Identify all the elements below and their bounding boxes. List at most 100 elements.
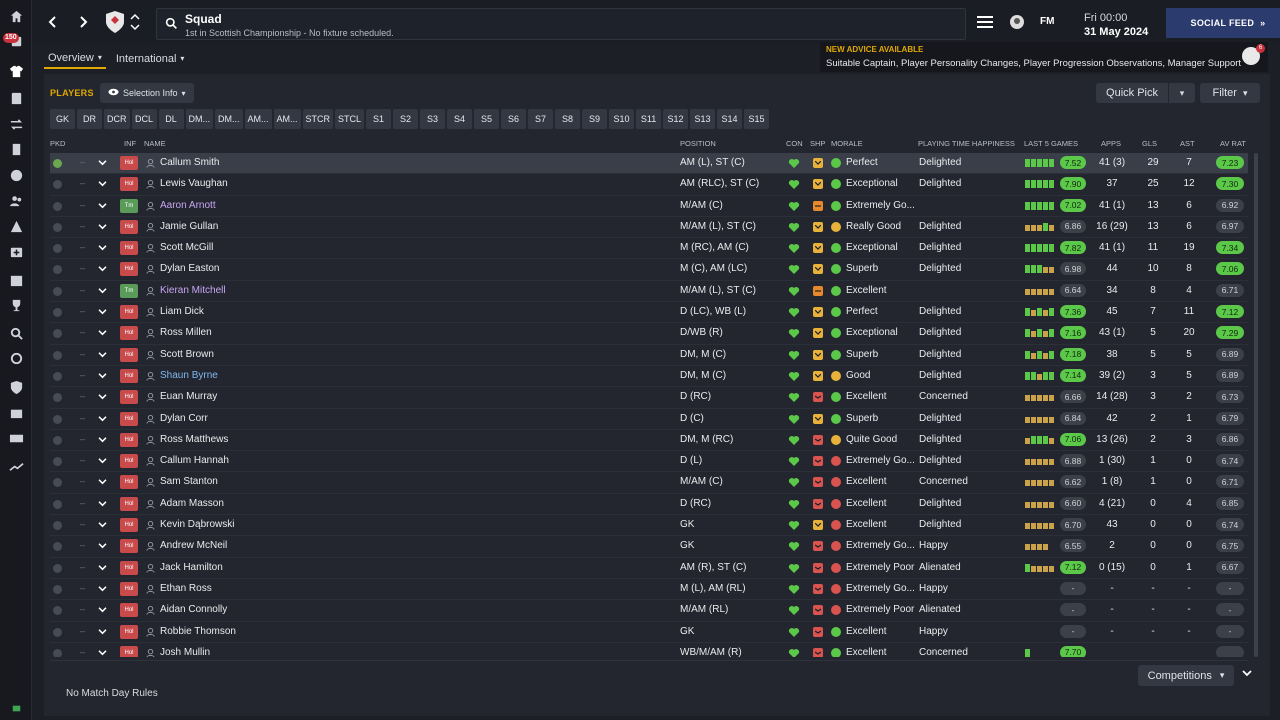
table-row[interactable]: – Hol Callum Smith AM (L), ST (C) Perfect Del… bbox=[50, 153, 1248, 175]
pick-checkbox[interactable] bbox=[53, 414, 62, 424]
table-row[interactable]: – Hol Ross Matthews DM, M (RC) Quite Good Del… bbox=[50, 430, 1248, 452]
staff-icon[interactable] bbox=[0, 189, 32, 211]
player-name[interactable]: Josh Mullin bbox=[160, 647, 210, 657]
chevron-down-icon[interactable] bbox=[98, 201, 107, 212]
position-chip[interactable]: S5 bbox=[474, 109, 500, 129]
table-row[interactable]: – Hol Liam Dick D (LC), WB (L) Perfect Deligh… bbox=[50, 302, 1248, 324]
pick-checkbox[interactable] bbox=[53, 563, 62, 573]
player-name[interactable]: Euan Murray bbox=[160, 391, 217, 402]
pick-checkbox[interactable] bbox=[53, 499, 62, 509]
position-chip[interactable]: S9 bbox=[582, 109, 608, 129]
pick-checkbox[interactable] bbox=[53, 584, 62, 594]
chevron-down-icon[interactable] bbox=[98, 456, 107, 467]
pick-checkbox[interactable] bbox=[53, 435, 62, 445]
position-chip[interactable]: S15 bbox=[744, 109, 770, 129]
col-pkd[interactable]: PKD bbox=[50, 139, 65, 148]
pick-checkbox[interactable] bbox=[53, 350, 62, 360]
chevron-down-icon[interactable] bbox=[98, 627, 107, 638]
table-row[interactable]: – Hol Ethan Ross M (L), AM (RL) Extremely Go… bbox=[50, 579, 1248, 601]
quick-pick-dropdown[interactable]: ▾ bbox=[1169, 83, 1195, 103]
position-chip[interactable]: DR bbox=[77, 109, 102, 129]
table-row[interactable]: – Hol Scott Brown DM, M (C) Superb Delighted 7… bbox=[50, 345, 1248, 366]
chevron-down-icon[interactable] bbox=[98, 328, 107, 339]
position-chip[interactable]: AM... bbox=[244, 109, 272, 129]
pick-checkbox[interactable] bbox=[53, 393, 62, 403]
col-ast[interactable]: AST bbox=[1180, 139, 1195, 148]
table-row[interactable]: – Hol Scott McGill M (RC), AM (C) Exceptiona… bbox=[50, 238, 1248, 260]
player-name[interactable]: Aaron Arnott bbox=[160, 200, 216, 211]
table-row[interactable]: – Hol Jamie Gullan M/AM (L), ST (C) Really G… bbox=[50, 217, 1248, 239]
player-name[interactable]: Scott McGill bbox=[160, 242, 213, 253]
table-row[interactable]: – Tm Kieran Mitchell M/AM (L), ST (C) Excell… bbox=[50, 281, 1248, 303]
table-row[interactable]: – Hol Andrew McNeil GK Extremely Go... Happy 6… bbox=[50, 536, 1248, 558]
pick-checkbox[interactable] bbox=[53, 606, 62, 616]
position-chip[interactable]: STCL bbox=[335, 109, 365, 129]
player-name[interactable]: Shaun Byrne bbox=[160, 370, 218, 381]
chevron-down-icon[interactable] bbox=[98, 541, 107, 552]
position-chip[interactable]: DM... bbox=[185, 109, 213, 129]
player-name[interactable]: Lewis Vaughan bbox=[160, 178, 228, 189]
player-name[interactable]: Robbie Thomson bbox=[160, 626, 236, 637]
col-con[interactable]: CON bbox=[786, 139, 803, 148]
table-row[interactable]: – Hol Aidan Connolly M/AM (RL) Extremely Poo… bbox=[50, 600, 1248, 622]
col-avrat[interactable]: AV RAT bbox=[1220, 139, 1246, 148]
ball-icon[interactable] bbox=[0, 164, 32, 186]
table-row[interactable]: – Hol Adam Masson D (RC) Excellent Delighted 6… bbox=[50, 494, 1248, 516]
pick-checkbox[interactable] bbox=[53, 457, 62, 467]
club-crest-icon[interactable] bbox=[104, 10, 126, 34]
chevron-down-icon[interactable] bbox=[98, 158, 107, 169]
report-icon[interactable] bbox=[0, 138, 32, 160]
col-position[interactable]: POSITION bbox=[680, 139, 716, 148]
chevron-down-icon[interactable] bbox=[98, 584, 107, 595]
trend-icon[interactable] bbox=[0, 455, 32, 477]
pick-checkbox[interactable] bbox=[53, 478, 62, 488]
fm-logo[interactable]: FM bbox=[1040, 16, 1054, 27]
position-chip[interactable]: AM... bbox=[273, 109, 301, 129]
table-row[interactable]: – Hol Dylan Corr D (C) Superb Delighted 6.84 42… bbox=[50, 409, 1248, 430]
player-name[interactable]: Ethan Ross bbox=[160, 583, 212, 594]
player-name[interactable]: Kevin Dąbrowski bbox=[160, 519, 234, 530]
chevron-down-icon[interactable] bbox=[98, 563, 107, 574]
cash-icon[interactable] bbox=[0, 427, 32, 449]
table-row[interactable]: – Hol Callum Hannah D (L) Extremely Go... Del… bbox=[50, 451, 1248, 473]
competitions-dropdown[interactable]: Competitions ▾ bbox=[1138, 665, 1234, 686]
medical-icon[interactable] bbox=[0, 240, 32, 262]
position-chip[interactable]: GK bbox=[50, 109, 75, 129]
pick-checkbox[interactable] bbox=[53, 542, 62, 552]
table-row[interactable]: – Hol Shaun Byrne DM, M (C) Good Delighted 7.1… bbox=[50, 366, 1248, 388]
manager-avatar-icon[interactable] bbox=[1009, 14, 1025, 33]
position-chip[interactable]: STCR bbox=[302, 109, 334, 129]
pick-checkbox[interactable] bbox=[53, 627, 62, 637]
position-chip[interactable]: S3 bbox=[420, 109, 446, 129]
table-row[interactable]: – Hol Kevin Dąbrowski GK Excellent Delighted 6… bbox=[50, 515, 1248, 537]
current-date[interactable]: 31 May 2024 bbox=[1084, 26, 1148, 38]
chevron-down-icon[interactable] bbox=[98, 435, 107, 446]
position-chip[interactable]: S14 bbox=[717, 109, 743, 129]
table-row[interactable]: – Tm Aaron Arnott M/AM (C) Extremely Go... 7.… bbox=[50, 196, 1248, 217]
chevron-down-icon[interactable] bbox=[98, 179, 107, 190]
position-chip[interactable]: S6 bbox=[501, 109, 527, 129]
chevron-down-icon[interactable] bbox=[98, 605, 107, 616]
social-feed-button[interactable]: SOCIAL FEED » bbox=[1166, 8, 1280, 38]
player-name[interactable]: Andrew McNeil bbox=[160, 540, 227, 551]
table-row[interactable]: – Hol Josh Mullin WB/M/AM (R) Excellent Conce… bbox=[50, 643, 1248, 657]
position-chip[interactable]: S4 bbox=[447, 109, 473, 129]
chevron-down-icon[interactable] bbox=[98, 392, 107, 403]
chevron-down-icon[interactable] bbox=[98, 414, 107, 425]
table-row[interactable]: – Hol Euan Murray D (RC) Excellent Concerned 6… bbox=[50, 387, 1248, 409]
pick-checkbox[interactable] bbox=[53, 180, 62, 190]
position-chip[interactable]: DCL bbox=[131, 109, 157, 129]
position-chip[interactable]: S1 bbox=[366, 109, 392, 129]
chevron-down-icon[interactable] bbox=[98, 243, 107, 254]
selection-info-button[interactable]: Selection Info ▾ bbox=[100, 83, 194, 103]
position-chip[interactable]: DM... bbox=[215, 109, 243, 129]
chevron-down-icon[interactable] bbox=[98, 520, 107, 531]
tab-international[interactable]: International ▾ bbox=[112, 48, 189, 69]
player-name[interactable]: Sam Stanton bbox=[160, 476, 218, 487]
player-name[interactable]: Adam Masson bbox=[160, 498, 224, 509]
club-shield-icon[interactable] bbox=[0, 376, 32, 398]
col-apps[interactable]: APPS bbox=[1101, 139, 1121, 148]
tab-overview[interactable]: Overview ▾ bbox=[44, 48, 106, 69]
clipboard-icon[interactable] bbox=[0, 87, 32, 109]
back-button[interactable] bbox=[42, 10, 64, 34]
